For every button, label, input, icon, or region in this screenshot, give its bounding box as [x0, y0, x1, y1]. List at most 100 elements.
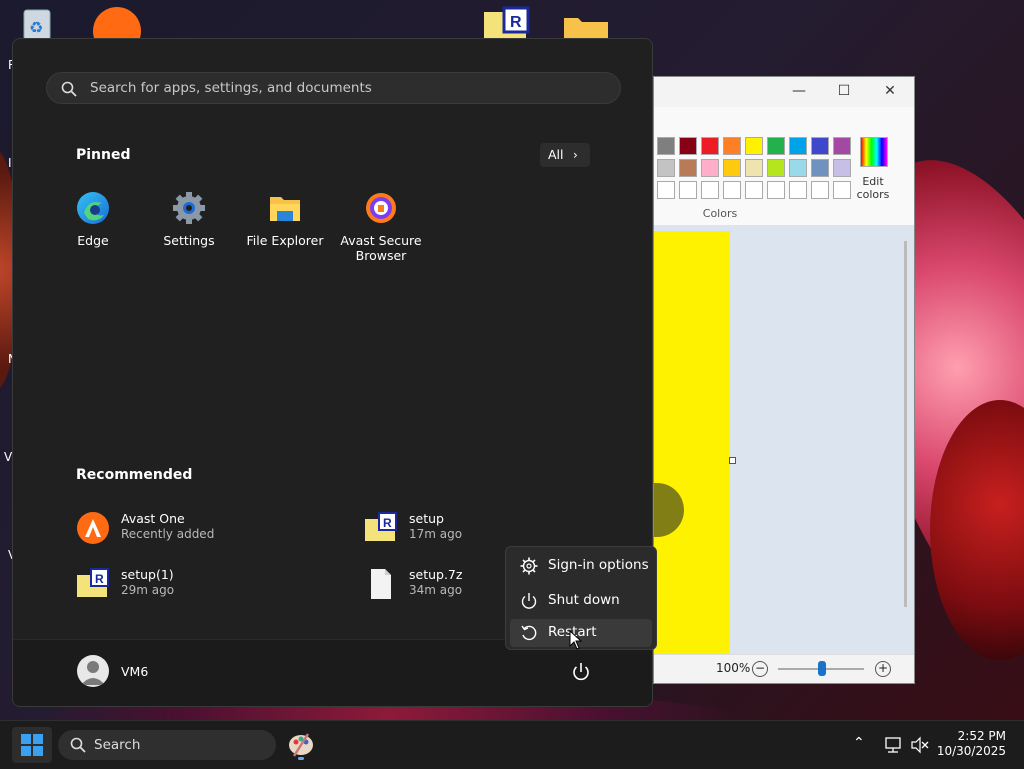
- color-swatch[interactable]: [745, 159, 763, 177]
- pinned-app-avast-browser[interactable]: Avast Secure Browser: [333, 191, 429, 263]
- recommended-item-detail: Recently added: [121, 527, 215, 541]
- resize-handle[interactable]: [729, 457, 736, 464]
- network-icon[interactable]: [884, 736, 904, 754]
- color-swatch[interactable]: [811, 159, 829, 177]
- pinned-app-edge[interactable]: Edge: [45, 191, 141, 248]
- show-hidden-icons-icon[interactable]: ⌃: [853, 735, 865, 751]
- color-swatch[interactable]: [811, 181, 829, 199]
- color-swatch[interactable]: [657, 159, 675, 177]
- paint-taskbar-icon[interactable]: [286, 729, 316, 761]
- paint-window[interactable]: — ☐ ✕ ⌃ ? Edit colors Colors 100% − +: [653, 76, 915, 684]
- color-swatch[interactable]: [767, 181, 785, 199]
- svg-text:R: R: [510, 14, 522, 31]
- zoom-level: 100%: [716, 661, 751, 675]
- edit-colors-label[interactable]: Edit colors: [852, 175, 894, 201]
- folder-icon: [268, 191, 302, 225]
- color-swatch[interactable]: [679, 159, 697, 177]
- clock-time: 2:52 PM: [957, 729, 1006, 743]
- color-swatch[interactable]: [723, 181, 741, 199]
- color-swatch[interactable]: [745, 137, 763, 155]
- svg-text:R: R: [383, 516, 392, 530]
- shut-down-label: Shut down: [548, 592, 620, 608]
- color-swatch[interactable]: [833, 181, 851, 199]
- avast-browser-icon: [364, 191, 398, 225]
- zoom-in-icon[interactable]: +: [875, 661, 891, 677]
- color-swatch[interactable]: [679, 137, 697, 155]
- minimize-button[interactable]: —: [784, 81, 814, 101]
- recommended-item-detail: 29m ago: [121, 583, 175, 597]
- color-swatch[interactable]: [679, 181, 697, 199]
- recommended-item-detail: 17m ago: [409, 527, 463, 541]
- maximize-button[interactable]: ☐: [829, 81, 859, 101]
- search-icon: [61, 81, 77, 97]
- desktop-label-fragment: V: [4, 450, 13, 464]
- color-swatch[interactable]: [745, 181, 763, 199]
- zoom-out-icon[interactable]: −: [752, 661, 768, 677]
- start-button[interactable]: [12, 727, 52, 763]
- color-swatch[interactable]: [789, 181, 807, 199]
- color-swatch[interactable]: [833, 159, 851, 177]
- settings-gear-icon: [172, 191, 206, 225]
- gear-icon: [520, 557, 538, 575]
- recommended-item-name: setup.7z: [409, 567, 463, 582]
- color-swatch[interactable]: [789, 159, 807, 177]
- taskbar-search-label: Search: [94, 737, 141, 753]
- restart-icon: [521, 625, 537, 641]
- paint-canvas[interactable]: [654, 231, 730, 655]
- all-apps-button[interactable]: All ›: [540, 143, 590, 167]
- color-swatch[interactable]: [723, 137, 741, 155]
- close-button[interactable]: ✕: [875, 81, 905, 101]
- paint-canvas-area[interactable]: [654, 225, 914, 655]
- recommended-item[interactable]: Avast One Recently added: [76, 509, 296, 549]
- color-swatch[interactable]: [767, 159, 785, 177]
- edit-colors-icon[interactable]: [860, 137, 888, 167]
- power-icon: [521, 593, 537, 609]
- color-swatch[interactable]: [767, 137, 785, 155]
- paint-titlebar[interactable]: — ☐ ✕: [654, 77, 914, 105]
- chevron-right-icon: ›: [573, 148, 578, 162]
- setup-folder-icon: R: [76, 567, 110, 601]
- color-swatch[interactable]: [789, 137, 807, 155]
- pinned-app-label: File Explorer: [246, 233, 324, 248]
- desktop-label-fragment: I: [8, 156, 12, 170]
- pinned-app-settings[interactable]: Settings: [141, 191, 237, 248]
- user-name[interactable]: VM6: [121, 664, 148, 679]
- zoom-slider-thumb[interactable]: [818, 661, 826, 676]
- sign-in-options-label: Sign-in options: [548, 557, 649, 573]
- pinned-app-label: Edge: [77, 233, 109, 248]
- pinned-app-label: Avast Secure Browser: [340, 233, 422, 263]
- search-placeholder: Search for apps, settings, and documents: [90, 80, 372, 96]
- recommended-item-name: setup(1): [121, 567, 174, 582]
- color-swatch[interactable]: [723, 159, 741, 177]
- taskbar-clock[interactable]: 2:52 PM 10/30/2025: [937, 729, 1006, 759]
- volume-muted-icon[interactable]: [910, 736, 930, 754]
- taskbar-search[interactable]: Search: [58, 730, 276, 760]
- clock-date: 10/30/2025: [936, 744, 1006, 758]
- paint-ribbon: Edit colors Colors: [654, 107, 914, 226]
- recommended-item[interactable]: R setup(1) 29m ago: [76, 565, 296, 605]
- windows-logo-icon: [21, 734, 43, 756]
- recommended-item-name: Avast One: [121, 511, 185, 526]
- color-swatch[interactable]: [657, 181, 675, 199]
- color-swatch[interactable]: [811, 137, 829, 155]
- avatar[interactable]: [77, 655, 109, 687]
- all-apps-label: All: [548, 147, 564, 162]
- paint-status-bar: 100% − +: [654, 654, 914, 683]
- color-swatch[interactable]: [701, 181, 719, 199]
- sign-in-options-item[interactable]: Sign-in options: [510, 552, 652, 580]
- colors-group-label: Colors: [702, 207, 738, 220]
- color-swatch[interactable]: [701, 159, 719, 177]
- shut-down-item[interactable]: Shut down: [510, 587, 652, 615]
- pinned-app-file-explorer[interactable]: File Explorer: [237, 191, 333, 248]
- color-swatch[interactable]: [657, 137, 675, 155]
- file-icon: [364, 567, 398, 601]
- recommended-title: Recommended: [76, 467, 193, 483]
- taskbar: Search ⌃ 2:52 PM 10/30/2025: [0, 720, 1024, 769]
- color-swatch[interactable]: [833, 137, 851, 155]
- color-swatch[interactable]: [701, 137, 719, 155]
- start-search-input[interactable]: Search for apps, settings, and documents: [46, 72, 621, 104]
- power-button[interactable]: [569, 660, 593, 684]
- recommended-item[interactable]: R setup 17m ago: [364, 509, 584, 549]
- vertical-scrollbar[interactable]: [904, 241, 907, 607]
- recommended-item[interactable]: setup.7z 34m ago: [364, 565, 504, 605]
